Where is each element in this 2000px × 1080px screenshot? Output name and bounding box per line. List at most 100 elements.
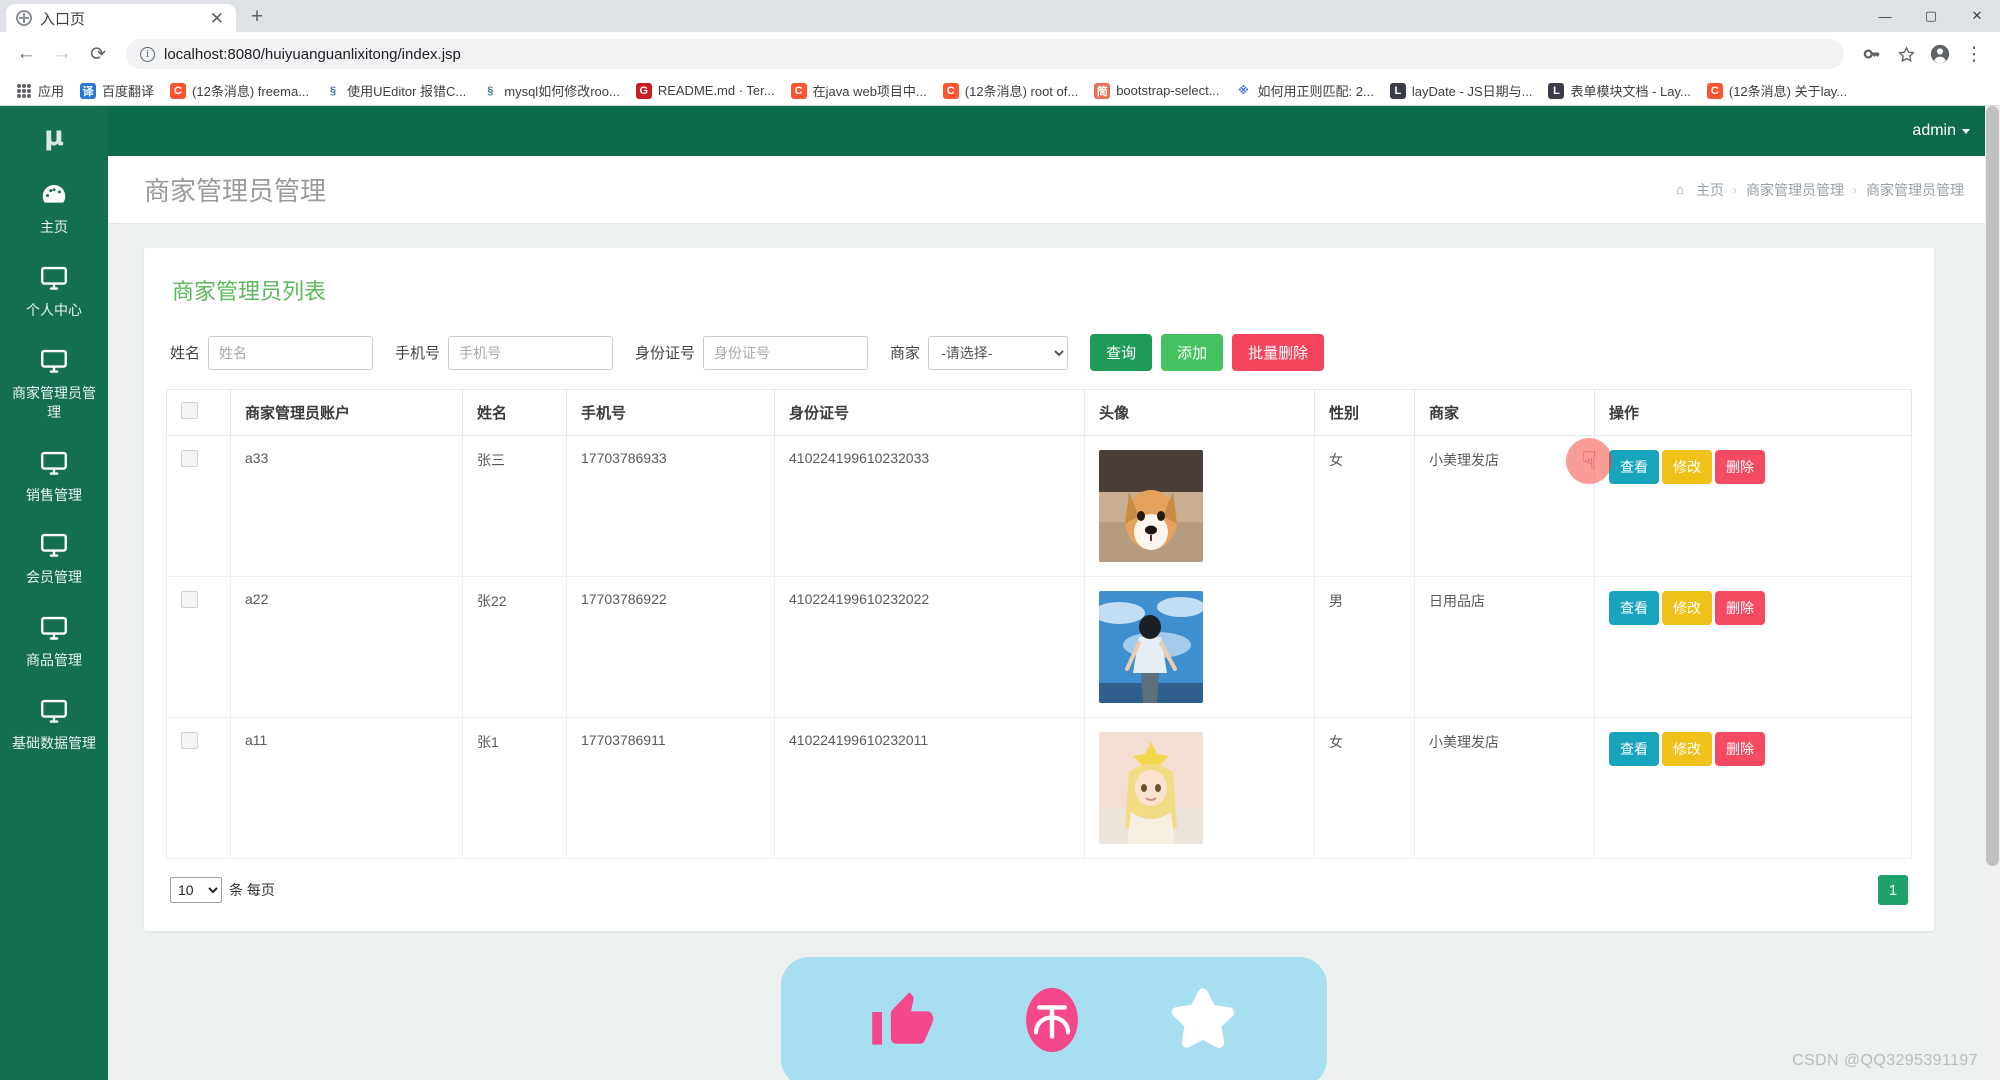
- per-page-select[interactable]: 102050100: [170, 877, 222, 903]
- filter-phone-input[interactable]: [448, 335, 614, 370]
- info-icon[interactable]: i: [140, 46, 155, 62]
- column-select-all: [166, 389, 231, 436]
- edit-button[interactable]: 修改: [1662, 732, 1712, 766]
- sidebar-item-label: 商家管理员管理: [12, 384, 96, 420]
- edit-button[interactable]: 修改: [1662, 591, 1712, 625]
- cell-idcard: 410224199610232033: [774, 435, 1085, 577]
- cell-idcard: 410224199610232022: [774, 576, 1085, 718]
- column-header: 性别: [1314, 389, 1415, 436]
- bookmark-item[interactable]: C (12条消息) root of...: [935, 78, 1086, 103]
- bookmark-item[interactable]: § mysql如何修改roo...: [474, 78, 628, 103]
- bookmark-item[interactable]: C (12条消息) 关于lay...: [1699, 78, 1855, 103]
- close-icon[interactable]: ✕: [208, 10, 226, 27]
- filter-idcard-input[interactable]: [703, 335, 869, 370]
- bookmark-item[interactable]: L 表单模块文档 - Lay...: [1540, 78, 1698, 103]
- maximize-button[interactable]: ▢: [1908, 0, 1954, 32]
- forward-icon[interactable]: →: [46, 38, 78, 70]
- column-header: 身份证号: [774, 389, 1085, 436]
- view-button[interactable]: 查看: [1609, 732, 1659, 766]
- search-button[interactable]: 查询: [1090, 334, 1153, 371]
- cell-phone: 17703786933: [566, 435, 775, 577]
- view-button[interactable]: 查看: [1609, 450, 1659, 484]
- cell-name: 张1: [462, 717, 567, 859]
- bookmark-item[interactable]: 译百度翻译: [72, 78, 162, 103]
- bookmark-label: (12条消息) freema...: [192, 84, 310, 99]
- main-content: admin 商家管理员管理 ⌂ 主页 › 商家管理员管理 › 商家管理员管理 商…: [108, 106, 2000, 1080]
- new-tab-button[interactable]: +: [242, 3, 272, 31]
- star-icon[interactable]: [1164, 981, 1242, 1064]
- anime-girl-photo: [1099, 732, 1300, 844]
- card-title: 商家管理员列表: [172, 279, 327, 304]
- sidebar-item-2[interactable]: 商家管理员管理: [0, 332, 108, 434]
- globe-icon: [16, 10, 32, 26]
- back-icon[interactable]: ←: [10, 38, 42, 70]
- sidebar-item-5[interactable]: 商品管理: [0, 599, 108, 682]
- bookmark-label: 应用: [38, 84, 65, 99]
- view-button[interactable]: 查看: [1609, 591, 1659, 625]
- table-header-row: 商家管理员账户 姓名 手机号 身份证号 头像 性别 商家 操作: [166, 389, 1912, 436]
- data-table: 商家管理员账户 姓名 手机号 身份证号 头像 性别 商家 操作 a33 张三 1770378693…: [166, 389, 1912, 859]
- bookmark-item[interactable]: 应用: [8, 78, 72, 103]
- column-header: 商家管理员账户: [230, 389, 463, 436]
- delete-button[interactable]: 删除: [1715, 732, 1765, 766]
- bookmark-label: (12条消息) root of...: [964, 84, 1079, 99]
- table-footer: 102050100 条 每页 1: [166, 859, 1912, 909]
- bookmark-item[interactable]: C (12条消息) freema...: [162, 78, 317, 103]
- delete-button[interactable]: 删除: [1715, 450, 1765, 484]
- bookmark-item[interactable]: C 在java web项目中...: [783, 78, 935, 103]
- pagination-page-1[interactable]: 1: [1878, 875, 1908, 905]
- row-checkbox[interactable]: [181, 591, 198, 608]
- cell-account: a33: [230, 435, 463, 577]
- key-icon[interactable]: [1856, 38, 1888, 70]
- collect-icon[interactable]: [1015, 983, 1089, 1062]
- bookmark-item[interactable]: ※ 如何用正则匹配: 2...: [1228, 78, 1382, 103]
- address-bar[interactable]: i localhost:8080/huiyuanguanlixitong/ind…: [126, 39, 1844, 69]
- batch-delete-button[interactable]: 批量删除: [1232, 334, 1325, 371]
- bookmark-item[interactable]: 简 bootstrap-select...: [1086, 80, 1227, 102]
- filter-merchant-select[interactable]: -请选择-小美理发店日用品店: [928, 335, 1069, 370]
- reload-icon[interactable]: ⟳: [82, 38, 114, 70]
- profile-avatar-icon[interactable]: [1924, 38, 1956, 70]
- breadcrumb-separator: ›: [1733, 182, 1737, 197]
- promo-banner: [781, 957, 1327, 1080]
- chevron-down-icon: [1962, 128, 1970, 134]
- breadcrumb-home[interactable]: 主页: [1696, 180, 1724, 200]
- cell-avatar: [1084, 435, 1315, 577]
- edit-button[interactable]: 修改: [1662, 450, 1712, 484]
- bookmark-label: 如何用正则匹配: 2...: [1257, 84, 1374, 99]
- cell-gender: 女: [1314, 435, 1415, 577]
- minimize-button[interactable]: —: [1862, 0, 1908, 32]
- sidebar-item-3[interactable]: 销售管理: [0, 434, 108, 517]
- delete-button[interactable]: 删除: [1715, 591, 1765, 625]
- filter-name-input[interactable]: [208, 335, 374, 370]
- app-logo: μ: [44, 120, 64, 152]
- browser-tab[interactable]: 入口页 ✕: [6, 4, 236, 32]
- sidebar-item-6[interactable]: 基础数据管理: [0, 682, 108, 765]
- cell-gender: 女: [1314, 717, 1415, 859]
- filter-idcard-group: 身份证号: [635, 335, 869, 370]
- column-header: 姓名: [462, 389, 567, 436]
- tab-strip: 入口页 ✕ + — ▢ ✕: [0, 0, 2000, 32]
- bookmark-item[interactable]: LlayDate - JS日期与...: [1382, 78, 1541, 103]
- bookmark-star-icon[interactable]: [1890, 38, 1922, 70]
- table-head: 商家管理员账户 姓名 手机号 身份证号 头像 性别 商家 操作: [166, 389, 1912, 436]
- window-close-button[interactable]: ✕: [1954, 0, 2000, 32]
- bookmark-item[interactable]: § 使用UEditor 报错C...: [317, 78, 474, 103]
- select-all-checkbox[interactable]: [181, 402, 198, 419]
- gitee-icon: G: [635, 82, 652, 99]
- thumbs-up-icon[interactable]: [866, 983, 940, 1062]
- breadcrumb-level1[interactable]: 商家管理员管理: [1746, 180, 1844, 200]
- bookmark-item[interactable]: G README.md · Ter...: [628, 80, 783, 102]
- browser-menu-icon[interactable]: ⋮: [1958, 38, 1990, 70]
- row-checkbox[interactable]: [181, 732, 198, 749]
- page-scrollbar[interactable]: [1985, 106, 2000, 1080]
- user-menu[interactable]: admin: [1912, 122, 1970, 140]
- monitor-icon: [39, 448, 69, 478]
- sidebar-item-0[interactable]: 主页: [0, 166, 108, 249]
- table-body: a33 张三 17703786933 410224199610232033 女小美理发店…: [166, 435, 1912, 859]
- sidebar-item-4[interactable]: 会员管理: [0, 516, 108, 599]
- row-checkbox[interactable]: [181, 450, 198, 467]
- sidebar-item-1[interactable]: 个人中心: [0, 249, 108, 332]
- add-button[interactable]: 添加: [1161, 334, 1224, 371]
- scrollbar-thumb[interactable]: [1986, 106, 1999, 866]
